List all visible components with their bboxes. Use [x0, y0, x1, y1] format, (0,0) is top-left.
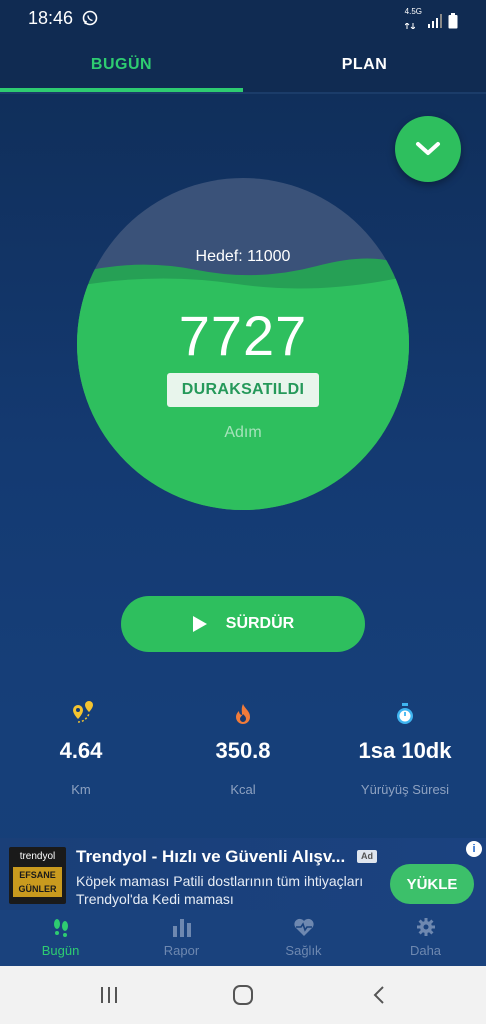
- back-icon: [373, 986, 384, 1004]
- steps-unit-label: Adım: [224, 424, 262, 441]
- stat-distance-value: 4.64: [59, 738, 103, 763]
- flame-icon: [162, 700, 324, 728]
- ad-tag: Ad: [357, 850, 377, 863]
- bar-chart-icon: [121, 917, 242, 939]
- resume-label: SÜRDÜR: [225, 615, 295, 632]
- nav-label-more: Daha: [409, 943, 442, 958]
- tab-today[interactable]: BUGÜN: [0, 36, 243, 94]
- status-time: 18:46: [28, 8, 74, 28]
- step-count: 7727: [178, 304, 308, 367]
- stopwatch-icon: [324, 700, 486, 728]
- nav-item-report[interactable]: Rapor: [121, 910, 242, 966]
- stat-duration: 1sa 10dk Yürüyüş Süresi: [324, 700, 486, 797]
- map-pin-icon: [0, 700, 162, 728]
- nav-item-health[interactable]: Sağlık: [243, 910, 364, 966]
- ad-description: Köpek maması Patili dostlarının tüm ihti…: [76, 873, 364, 907]
- ad-brand: trendyol: [19, 851, 56, 862]
- system-navigation-bar: [0, 966, 486, 1024]
- stat-distance: 4.64 Km: [0, 700, 162, 797]
- recent-apps-button[interactable]: [97, 983, 121, 1007]
- whatsapp-icon: [82, 10, 98, 31]
- footsteps-icon: [0, 917, 121, 939]
- resume-button[interactable]: SÜRDÜR: [121, 596, 365, 652]
- stat-calories-label: Kcal: [230, 782, 256, 797]
- home-button[interactable]: [231, 983, 255, 1007]
- goal-label: Hedef: 11000: [195, 248, 291, 265]
- network-indicator: 4.5G: [404, 7, 422, 34]
- tab-plan[interactable]: PLAN: [243, 36, 486, 94]
- nav-label-today: Bugün: [41, 943, 80, 958]
- ad-promo: EFSANE GÜNLER: [13, 867, 62, 897]
- ad-install-button[interactable]: YÜKLE: [390, 864, 474, 904]
- signal-icon: [428, 14, 442, 28]
- expand-button[interactable]: [395, 116, 461, 182]
- play-icon: [192, 616, 207, 632]
- nav-label-health: Sağlık: [285, 943, 322, 958]
- tab-indicator: [0, 88, 243, 92]
- network-label: 4.5G: [404, 7, 422, 16]
- ad-logo: trendyol EFSANE GÜNLER: [9, 847, 66, 904]
- heart-pulse-icon: [243, 917, 364, 939]
- nav-label-report: Rapor: [163, 943, 200, 958]
- back-button[interactable]: [367, 983, 391, 1007]
- battery-icon: [448, 13, 458, 29]
- goal-progress-circle: Hedef: 11000 7727 DURAKSATILDI Adım: [77, 178, 409, 510]
- stat-calories-value: 350.8: [215, 738, 271, 763]
- bottom-navigation: Bugün Rapor Sağlık Daha: [0, 910, 486, 966]
- ad-title[interactable]: Trendyol - Hızlı ve Güvenli Alışv...: [76, 847, 348, 867]
- status-bar: 18:46 4.5G: [0, 0, 486, 36]
- chevron-down-icon: [416, 142, 440, 155]
- status-badge: DURAKSATILDI: [167, 373, 319, 407]
- stat-duration-value: 1sa 10dk: [358, 738, 452, 763]
- nav-item-today[interactable]: Bugün: [0, 910, 121, 966]
- recent-apps-icon: [101, 987, 117, 1003]
- stat-duration-label: Yürüyüş Süresi: [360, 782, 450, 797]
- data-arrows-icon: [404, 22, 416, 30]
- top-tabs: BUGÜN PLAN: [0, 36, 486, 94]
- ad-info-icon[interactable]: i: [466, 841, 482, 857]
- nav-item-more[interactable]: Daha: [365, 910, 486, 966]
- stat-calories: 350.8 Kcal: [162, 700, 324, 797]
- home-icon: [233, 985, 253, 1005]
- gear-icon: [365, 917, 486, 939]
- stat-distance-label: Km: [71, 782, 91, 797]
